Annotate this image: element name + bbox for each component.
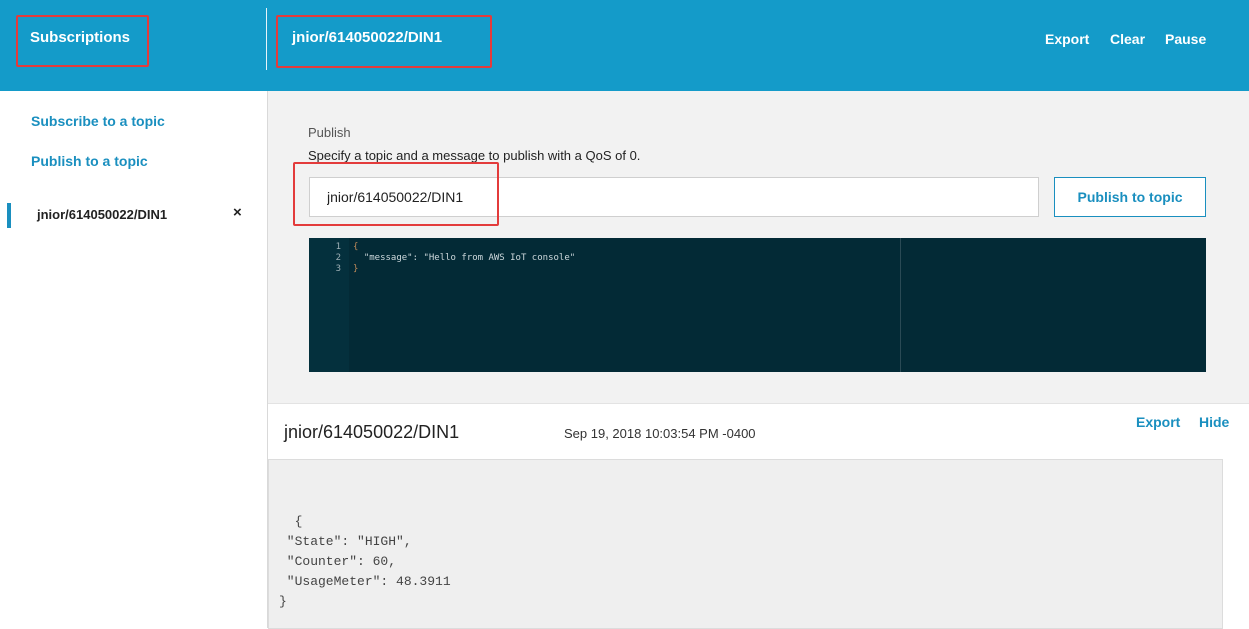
line-code: "message": "Hello from AWS IoT console" xyxy=(353,253,576,263)
message-panel: jnior/614050022/DIN1 Sep 19, 2018 10:03:… xyxy=(268,403,1249,629)
publish-description: Specify a topic and a message to publish… xyxy=(308,148,641,163)
publish-to-topic-button[interactable]: Publish to topic xyxy=(1054,177,1206,217)
message-timestamp: Sep 19, 2018 10:03:54 PM -0400 xyxy=(564,426,756,441)
line-number: 3 xyxy=(335,264,341,274)
line-number: 1 xyxy=(335,242,341,252)
editor-line: 1{ xyxy=(309,242,359,253)
clear-button[interactable]: Clear xyxy=(1110,31,1145,47)
editor-ruler xyxy=(900,238,901,372)
pause-button[interactable]: Pause xyxy=(1165,31,1206,47)
highlight-box xyxy=(276,15,492,68)
message-payload: { "State": "HIGH", "Counter": 60, "Usage… xyxy=(268,459,1223,629)
publish-panel: Publish Specify a topic and a message to… xyxy=(268,91,1249,403)
highlight-box xyxy=(293,162,499,226)
message-hide-button[interactable]: Hide xyxy=(1199,414,1229,430)
publish-label: Publish xyxy=(308,125,351,140)
sidebar: Subscribe to a topic Publish to a topic … xyxy=(0,91,268,628)
header-divider xyxy=(266,8,267,70)
message-export-button[interactable]: Export xyxy=(1136,414,1180,430)
highlight-box xyxy=(16,15,149,67)
export-button[interactable]: Export xyxy=(1045,31,1089,47)
close-icon[interactable]: × xyxy=(233,204,242,221)
subscribe-to-topic-link[interactable]: Subscribe to a topic xyxy=(31,113,165,129)
publish-to-topic-link[interactable]: Publish to a topic xyxy=(31,153,148,169)
sidebar-item-subscription[interactable]: jnior/614050022/DIN1 xyxy=(37,207,167,222)
line-code: } xyxy=(353,264,359,274)
message-topic: jnior/614050022/DIN1 xyxy=(284,422,460,442)
editor-line: 3} xyxy=(309,264,359,275)
line-number: 2 xyxy=(335,253,341,263)
line-code: { xyxy=(353,242,359,252)
message-editor[interactable]: 1{ 2 "message": "Hello from AWS IoT cons… xyxy=(309,238,1206,372)
active-indicator xyxy=(7,203,11,228)
editor-line: 2 "message": "Hello from AWS IoT console… xyxy=(309,253,576,264)
payload-text: { "State": "HIGH", "Counter": 60, "Usage… xyxy=(279,514,451,609)
top-header: Subscriptions jnior/614050022/DIN1 Expor… xyxy=(0,0,1249,91)
